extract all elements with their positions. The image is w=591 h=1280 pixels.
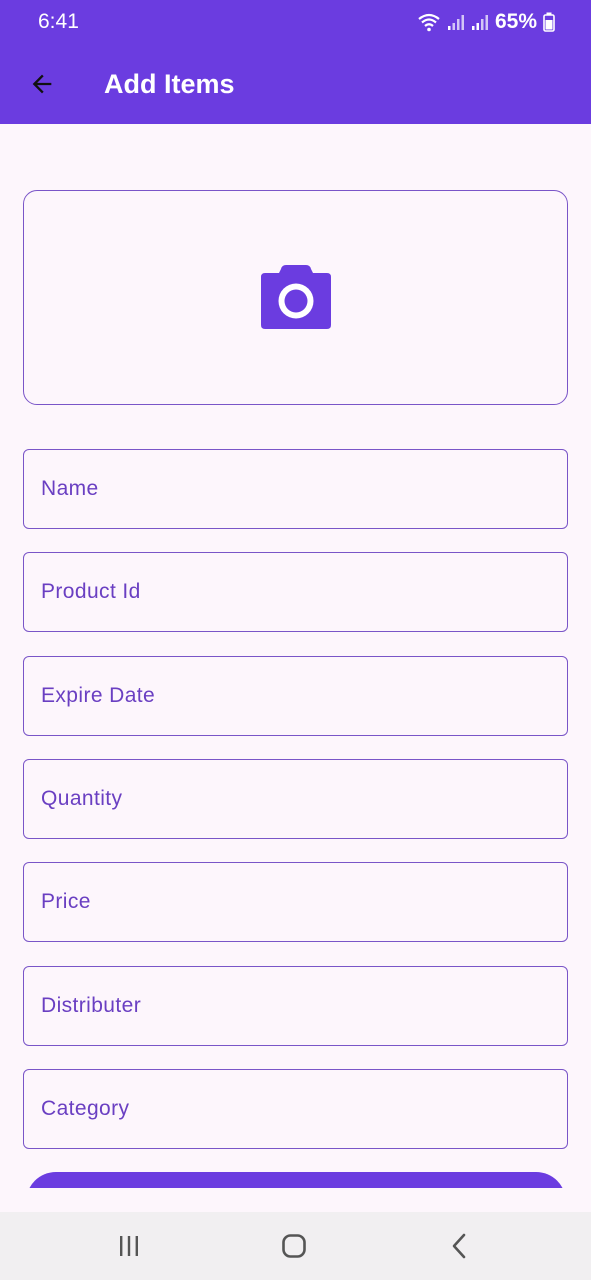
battery-percentage: 65% — [494, 10, 537, 33]
system-nav-bar — [0, 1212, 591, 1280]
name-field-label: Name — [41, 477, 99, 500]
product-id-field[interactable]: Product Id — [23, 552, 568, 632]
expire-date-field-label: Expire Date — [41, 684, 156, 707]
submit-button[interactable] — [26, 1172, 566, 1188]
price-field[interactable]: Price — [23, 862, 568, 942]
arrow-back-icon — [32, 74, 52, 94]
recent-apps-icon — [120, 1236, 138, 1256]
quantity-field-label: Quantity — [41, 787, 123, 810]
status-bar: 6:41 65% — [0, 0, 591, 44]
home-button[interactable] — [272, 1226, 316, 1266]
category-field[interactable]: Category — [23, 1069, 568, 1149]
camera-icon — [260, 264, 331, 329]
home-icon — [282, 1234, 306, 1258]
battery-icon — [543, 12, 555, 32]
wifi-icon — [418, 13, 440, 32]
back-nav-button[interactable] — [438, 1226, 482, 1266]
name-field[interactable]: Name — [23, 449, 568, 529]
back-button[interactable] — [22, 64, 62, 104]
product-id-field-label: Product Id — [41, 580, 141, 603]
distributer-field[interactable]: Distributer — [23, 966, 568, 1046]
price-field-label: Price — [41, 890, 91, 913]
app-bar: Add Items — [0, 44, 591, 124]
submit-button-area — [0, 1160, 591, 1188]
category-field-label: Category — [41, 1097, 130, 1120]
page-title: Add Items — [104, 69, 235, 99]
screen: 6:41 65% Add Items Name Product Id Expir… — [0, 0, 591, 1280]
image-picker[interactable] — [23, 190, 568, 405]
signal-icon-2 — [471, 15, 488, 30]
recent-apps-button[interactable] — [107, 1226, 151, 1266]
status-time: 6:41 — [38, 10, 79, 33]
quantity-field[interactable]: Quantity — [23, 759, 568, 839]
signal-icon — [447, 15, 464, 30]
chevron-left-icon — [452, 1233, 466, 1259]
distributer-field-label: Distributer — [41, 994, 142, 1017]
expire-date-field[interactable]: Expire Date — [23, 656, 568, 736]
status-icons: 65% — [417, 9, 555, 35]
